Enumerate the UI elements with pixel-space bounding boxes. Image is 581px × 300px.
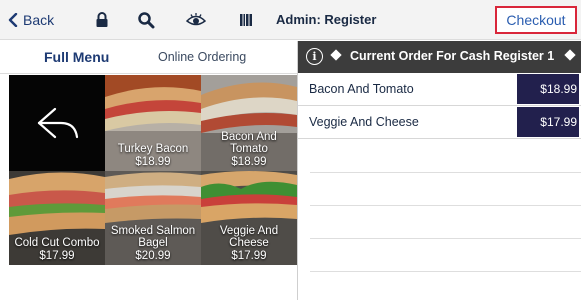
menu-grid: Turkey Bacon $18.99 Bacon And Tomato $18…: [9, 75, 297, 265]
menu-item-name: Veggie And Cheese: [219, 225, 279, 249]
top-toolbar: Back Admin: Register Checkout: [0, 0, 581, 40]
menu-item-price: $20.99: [135, 250, 171, 262]
order-header: i Current Order For Cash Register 1: [298, 41, 581, 73]
diamond-left-icon: [330, 49, 342, 61]
menu-item-price: $17.99: [39, 250, 75, 262]
menu-item-name: Smoked Salmon Bagel: [110, 225, 196, 249]
menu-item-name: Cold Cut Combo: [14, 237, 100, 249]
chevron-left-icon: [8, 13, 18, 27]
menu-item-name: Bacon And Tomato: [221, 131, 277, 155]
menu-item-cold-cut-combo[interactable]: Cold Cut Combo $17.99: [9, 171, 105, 265]
order-line-item[interactable]: Veggie And Cheese $17.99: [298, 106, 581, 139]
page-title: Admin: Register: [276, 12, 377, 27]
reply-arrow-icon: [37, 107, 79, 139]
info-icon[interactable]: i: [306, 48, 323, 65]
eye-icon[interactable]: [186, 10, 206, 30]
order-item-name: Veggie And Cheese: [309, 115, 419, 129]
back-button[interactable]: Back: [8, 9, 54, 31]
order-empty-row-divider: [310, 271, 581, 272]
order-empty-row-divider: [310, 205, 581, 206]
menu-empty-area: [0, 265, 297, 300]
lock-icon[interactable]: [92, 10, 112, 30]
order-title: Current Order For Cash Register 1: [350, 49, 555, 63]
back-label: Back: [23, 12, 55, 28]
checkout-button[interactable]: Checkout: [495, 6, 577, 34]
order-empty-row-divider: [310, 172, 581, 173]
menu-item-bacon-and-tomato[interactable]: Bacon And Tomato $18.99: [201, 75, 297, 171]
menu-back-tile[interactable]: [9, 75, 105, 171]
order-item-price: $17.99: [517, 107, 579, 137]
search-icon[interactable]: [136, 10, 156, 30]
menu-item-price: $18.99: [135, 156, 171, 168]
menu-item-price: $17.99: [231, 250, 267, 262]
menu-tabs: Full Menu Online Ordering: [0, 41, 297, 74]
menu-item-name: Turkey Bacon: [117, 143, 189, 155]
order-item-price: $18.99: [517, 74, 579, 104]
barcode-icon[interactable]: [236, 10, 256, 30]
menu-item-smoked-salmon-bagel[interactable]: Smoked Salmon Bagel $20.99: [105, 171, 201, 265]
menu-item-veggie-and-cheese[interactable]: Veggie And Cheese $17.99: [201, 171, 297, 265]
order-item-name: Bacon And Tomato: [309, 82, 414, 96]
order-empty-row-divider: [310, 238, 581, 239]
menu-item-price: $18.99: [231, 156, 267, 168]
diamond-right-icon: [564, 49, 576, 61]
tab-full-menu[interactable]: Full Menu: [44, 49, 109, 65]
menu-item-turkey-bacon[interactable]: Turkey Bacon $18.99: [105, 75, 201, 171]
order-line-item[interactable]: Bacon And Tomato $18.99: [298, 73, 581, 106]
tab-online-ordering[interactable]: Online Ordering: [158, 50, 246, 64]
